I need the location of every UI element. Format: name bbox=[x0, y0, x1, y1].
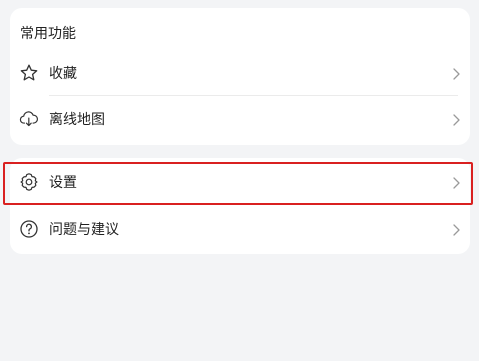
cloud-download-icon bbox=[19, 109, 39, 129]
menu-item-label: 离线地图 bbox=[49, 112, 105, 128]
common-functions-card: 常用功能 收藏 离线地图 bbox=[10, 8, 470, 145]
chevron-right-icon bbox=[450, 112, 462, 126]
menu-item-settings[interactable]: 设置 bbox=[10, 159, 470, 205]
question-circle-icon bbox=[19, 219, 39, 239]
chevron-right-icon bbox=[450, 66, 462, 80]
menu-item-label: 收藏 bbox=[49, 66, 77, 82]
settings-card: 设置 问题与建议 bbox=[10, 158, 470, 254]
gear-icon bbox=[19, 172, 39, 192]
menu-item-offline-map[interactable]: 离线地图 bbox=[10, 96, 470, 142]
menu-item-label: 问题与建议 bbox=[49, 222, 119, 238]
star-icon bbox=[19, 63, 39, 83]
chevron-right-icon bbox=[450, 222, 462, 236]
menu-item-feedback[interactable]: 问题与建议 bbox=[10, 206, 470, 252]
section-title: 常用功能 bbox=[20, 26, 76, 42]
menu-item-favorites[interactable]: 收藏 bbox=[10, 50, 470, 96]
menu-item-label: 设置 bbox=[49, 175, 77, 191]
chevron-right-icon bbox=[450, 175, 462, 189]
